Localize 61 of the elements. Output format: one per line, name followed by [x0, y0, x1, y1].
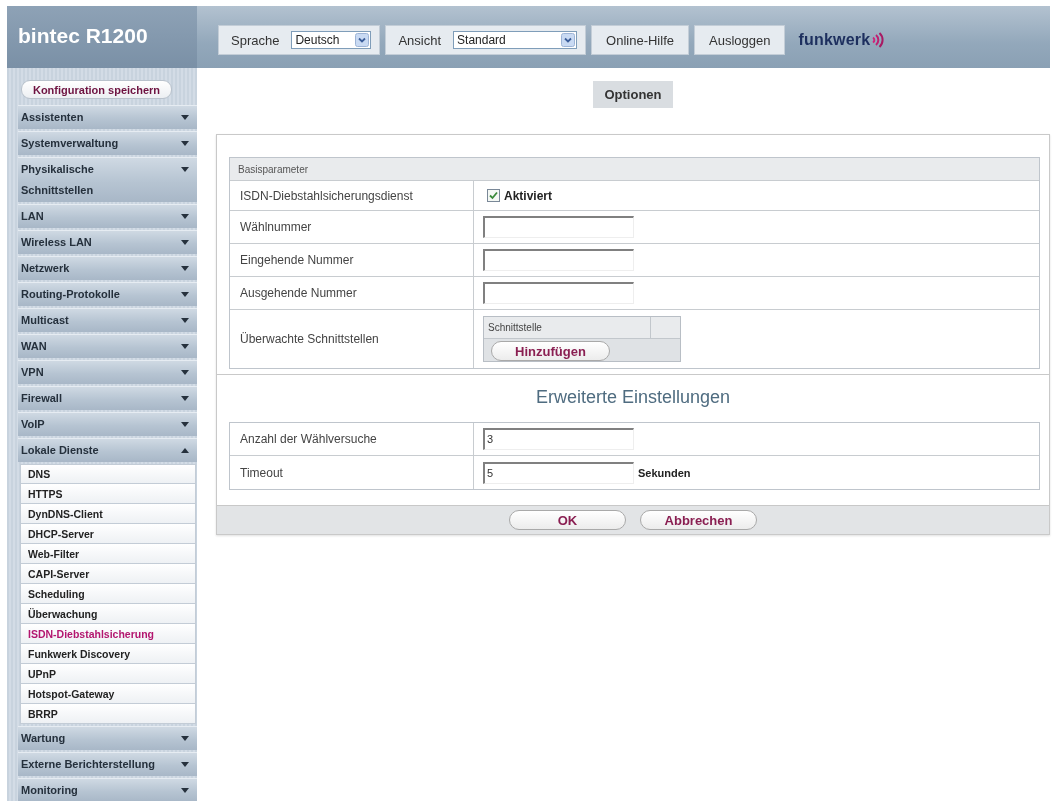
- field-label: Eingehende Nummer: [230, 244, 474, 276]
- view-label: Ansicht: [398, 32, 442, 48]
- section-title: Erweiterte Einstellungen: [534, 386, 732, 408]
- field-label: Überwachte Schnittstellen: [230, 310, 474, 368]
- submenu-item[interactable]: DNS: [20, 464, 196, 484]
- menu-item[interactable]: Multicast: [18, 308, 197, 332]
- menu-item[interactable]: LAN: [18, 204, 197, 228]
- menu-item[interactable]: Firewall: [18, 386, 197, 410]
- save-configuration-button[interactable]: Konfiguration speichern: [21, 80, 172, 99]
- menu-item[interactable]: VPN: [18, 360, 197, 384]
- submenu-item[interactable]: Scheduling: [20, 584, 196, 604]
- language-select[interactable]: Deutsch: [291, 31, 372, 49]
- input-field[interactable]: [483, 282, 634, 304]
- menu-item[interactable]: Lokale Dienste: [18, 438, 197, 462]
- submenu-item[interactable]: Web-Filter: [20, 544, 196, 564]
- sound-waves-icon: [871, 32, 885, 48]
- menu-item[interactable]: Wartung: [18, 726, 197, 750]
- product-title: bintec R1200: [7, 6, 197, 68]
- field-label: Ausgehende Nummer: [230, 277, 474, 309]
- menu-item[interactable]: Systemverwaltung: [18, 131, 197, 155]
- tab[interactable]: Optionen: [593, 81, 673, 108]
- menu-item[interactable]: Monitoring: [18, 778, 197, 801]
- input-field[interactable]: 3: [483, 428, 634, 450]
- cancel-button[interactable]: Abbrechen: [640, 510, 757, 530]
- menu-item[interactable]: VoIP: [18, 412, 197, 436]
- menu-item[interactable]: WAN: [18, 334, 197, 358]
- submenu-item[interactable]: DHCP-Server: [20, 524, 196, 544]
- submenu-item[interactable]: Überwachung: [20, 604, 196, 624]
- submenu-item[interactable]: HTTPS: [20, 484, 196, 504]
- submenu-item[interactable]: Funkwerk Discovery: [20, 644, 196, 664]
- field-label: Timeout: [230, 456, 474, 489]
- add-button[interactable]: Hinzufügen: [491, 341, 610, 361]
- view-select[interactable]: Standard: [453, 31, 578, 49]
- submenu-item[interactable]: Hotspot-Gateway: [20, 684, 196, 704]
- logo-text: funkwerk: [798, 31, 871, 49]
- language-label: Sprache: [231, 32, 280, 48]
- menu-item[interactable]: Wireless LAN: [18, 230, 197, 254]
- field-label: Anzahl der Wählversuche: [230, 423, 474, 455]
- checkbox[interactable]: [487, 189, 500, 202]
- input-field[interactable]: 5: [483, 461, 634, 484]
- input-field[interactable]: [483, 216, 634, 238]
- submenu-item[interactable]: UPnP: [20, 664, 196, 684]
- menu-item[interactable]: Externe Berichterstellung: [18, 752, 197, 776]
- field-label: ISDN-Diebstahlsicherungsdienst: [230, 181, 474, 210]
- submenu-item[interactable]: DynDNS-Client: [20, 504, 196, 524]
- submenu-item[interactable]: BRRP: [20, 704, 196, 724]
- submenu-item[interactable]: ISDN-Diebstahlsicherung: [20, 624, 196, 644]
- section-header: Basisparameter: [230, 158, 1039, 181]
- menu-item[interactable]: Assistenten: [18, 105, 197, 129]
- column-header: Schnittstelle: [484, 317, 680, 339]
- menu-item[interactable]: Netzwerk: [18, 256, 197, 280]
- checkbox-label: Aktiviert: [504, 188, 553, 203]
- submenu-item[interactable]: CAPI-Server: [20, 564, 196, 584]
- logout-button[interactable]: Ausloggen: [694, 25, 786, 55]
- input-field[interactable]: [483, 249, 634, 271]
- menu-item[interactable]: Routing-Protokolle: [18, 282, 197, 306]
- menu-item[interactable]: Physikalische Schnittstellen: [18, 157, 197, 202]
- ok-button[interactable]: OK: [509, 510, 626, 530]
- help-button[interactable]: Online-Hilfe: [591, 25, 689, 55]
- field-label: Wählnummer: [230, 211, 474, 243]
- unit-label: Sekunden: [638, 466, 691, 479]
